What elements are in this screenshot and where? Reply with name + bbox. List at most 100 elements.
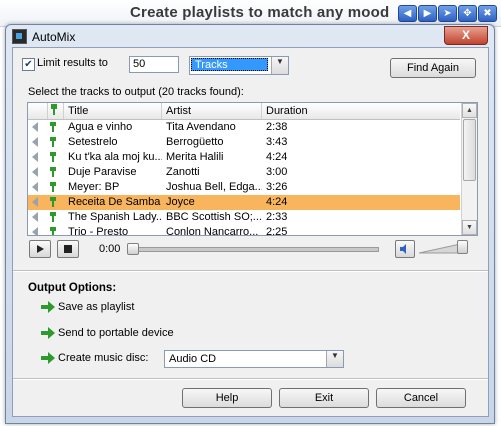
list-header: Title Artist Duration [28,103,460,120]
find-again-button[interactable]: Find Again [390,58,476,78]
preview-speaker-icon[interactable] [32,182,38,192]
preview-speaker-icon[interactable] [32,212,38,222]
track-duration: 3:00 [266,166,288,178]
seek-thumb[interactable] [127,243,139,255]
automix-window: AutoMix X ✔ Limit results to 50 Tracks ▼… [5,24,495,424]
track-artist: Zanotti [166,166,200,178]
arrow-right-icon[interactable]: ➤ [438,5,457,22]
play-icon[interactable]: ▶ [418,5,437,22]
speaker-icon [400,244,406,254]
preview-speaker-icon[interactable] [32,122,38,132]
track-list[interactable]: Title Artist Duration Agua e vinho Tita A… [27,102,478,236]
scroll-down-icon[interactable]: ▼ [462,220,477,235]
stop-button[interactable] [57,240,79,258]
list-caption: Select the tracks to output (20 tracks f… [28,86,244,98]
save-playlist-link[interactable]: Save as playlist [58,301,134,313]
track-row[interactable]: Duje Paravise Zanotti 3:00 [28,165,460,180]
cancel-button[interactable]: Cancel [376,388,466,408]
chevron-down-icon[interactable]: ▼ [326,351,343,367]
column-title[interactable]: Title [64,103,162,119]
window-titlebar[interactable]: AutoMix X [6,25,494,47]
help-button[interactable]: Help [182,388,272,408]
seek-track[interactable] [127,247,379,252]
move-icon[interactable]: ✥ [458,5,477,22]
app-icon [12,29,27,44]
playback-time: 0:00 [99,243,121,255]
header-spacer [28,103,48,119]
green-arrow-icon [41,327,55,339]
pin-icon[interactable] [50,137,58,147]
scroll-up-icon[interactable]: ▲ [462,103,477,118]
play-button[interactable] [29,240,51,258]
pin-icon[interactable] [50,182,58,192]
disc-type-select[interactable]: Audio CD ▼ [164,350,344,368]
preview-speaker-icon[interactable] [32,227,38,235]
track-row[interactable]: Meyer: BP Joshua Bell, Edga... 3:26 [28,180,460,195]
stop-icon [64,245,72,253]
track-row[interactable]: Setestrelo Berrogüetto 3:43 [28,135,460,150]
header-pin-icon[interactable] [48,103,64,119]
limit-count-input[interactable]: 50 [129,56,179,73]
window-title: AutoMix [32,30,76,44]
limit-unit-select[interactable]: Tracks ▼ [189,56,289,75]
preview-speaker-icon[interactable] [32,167,38,177]
track-artist: Berrogüetto [166,136,224,148]
banner-title: Create playlists to match any mood [130,4,390,21]
pin-icon[interactable] [50,197,58,207]
scroll-thumb[interactable] [463,119,476,181]
chevron-down-icon[interactable]: ▼ [271,57,288,74]
green-arrow-icon [41,301,55,313]
track-duration: 3:26 [266,181,288,193]
preview-player: 0:00 [27,236,476,262]
pin-icon[interactable] [50,212,58,222]
track-duration: 4:24 [266,196,288,208]
close-icon[interactable]: ✖ [478,5,497,22]
green-arrow-icon [41,352,55,364]
column-duration[interactable]: Duration [262,103,460,119]
play-icon [37,245,44,253]
preview-speaker-icon[interactable] [32,152,38,162]
banner: Create playlists to match any mood ◀ ▶ ➤… [0,0,501,27]
track-duration: 3:43 [266,136,288,148]
list-scrollbar[interactable]: ▲ ▼ [461,103,477,235]
column-artist[interactable]: Artist [162,103,262,119]
arrow-left-icon[interactable]: ◀ [398,5,417,22]
track-title: The Spanish Lady... [68,211,162,223]
track-title: Meyer: BP [68,181,120,193]
track-row[interactable]: Ku t'ka ala moj ku... Merita Halili 4:24 [28,150,460,165]
pin-icon[interactable] [50,167,58,177]
pin-icon[interactable] [50,227,58,236]
create-disc-link[interactable]: Create music disc: [58,352,148,364]
track-duration: 4:24 [266,151,288,163]
window-close-button[interactable]: X [444,26,488,45]
track-artist: Joyce [166,196,195,208]
dialog-client: ✔ Limit results to 50 Tracks ▼ Find Agai… [12,47,489,417]
preview-speaker-icon[interactable] [32,137,38,147]
track-duration: 2:38 [266,121,288,133]
disc-type-value: Audio CD [169,353,217,365]
track-row[interactable]: Agua e vinho Tita Avendano 2:38 [28,120,460,135]
track-duration: 2:33 [266,211,288,223]
track-title: Trio - Presto [68,226,129,236]
track-row[interactable]: The Spanish Lady... BBC Scottish SO;... 2:… [28,210,460,225]
track-duration: 2:25 [266,226,288,236]
track-artist: BBC Scottish SO;... [166,211,262,223]
divider [13,270,488,272]
limit-unit-value: Tracks [191,58,268,71]
track-row[interactable]: Trio - Presto Conlon Nancarro... 2:25 [28,225,460,236]
track-row[interactable]: Receita De Samba Joyce 4:24 [28,195,460,210]
send-device-link[interactable]: Send to portable device [58,327,174,339]
limit-checkbox[interactable]: ✔ [22,58,35,71]
track-title: Setestrelo [68,136,118,148]
track-artist: Conlon Nancarro... [166,226,259,236]
track-title: Duje Paravise [68,166,137,178]
volume-thumb[interactable] [456,240,468,254]
exit-button[interactable]: Exit [279,388,369,408]
output-heading: Output Options: [28,282,117,294]
preview-speaker-icon[interactable] [32,197,38,207]
mute-button[interactable] [395,240,415,258]
track-artist: Tita Avendano [166,121,236,133]
pin-icon[interactable] [50,122,58,132]
pin-icon[interactable] [50,152,58,162]
track-title: Ku t'ka ala moj ku... [68,151,162,163]
